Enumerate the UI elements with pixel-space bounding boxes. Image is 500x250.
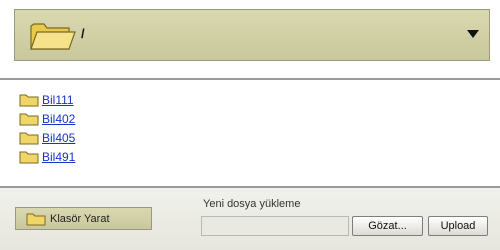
action-panel: Klasör Yarat Yeni dosya yükleme Gözat...… [0, 188, 500, 250]
folder-icon [19, 113, 39, 125]
folder-list: Bil111 Bil402 Bil405 Bil491 [19, 90, 75, 166]
folder-link[interactable]: Bil402 [42, 112, 75, 126]
list-item: Bil491 [19, 147, 75, 166]
current-path: / [81, 26, 85, 41]
folder-link[interactable]: Bil405 [42, 131, 75, 145]
path-panel: / [0, 0, 500, 80]
list-item: Bil402 [19, 109, 75, 128]
folder-icon [19, 151, 39, 163]
upload-button[interactable]: Upload [428, 216, 488, 236]
folder-icon [19, 132, 39, 144]
create-folder-button[interactable]: Klasör Yarat [15, 207, 152, 230]
dropdown-arrow-icon[interactable] [467, 30, 479, 38]
folder-open-icon [30, 23, 76, 50]
list-item: Bil405 [19, 128, 75, 147]
folder-icon [26, 213, 46, 225]
upload-section-label: Yeni dosya yükleme [203, 198, 301, 210]
browse-button[interactable]: Gözat... [352, 216, 423, 236]
top-divider [0, 78, 500, 80]
path-selector[interactable]: / [14, 9, 490, 61]
folder-link[interactable]: Bil111 [42, 93, 74, 107]
file-path-input[interactable] [201, 216, 349, 236]
list-item: Bil111 [19, 90, 75, 109]
folder-link[interactable]: Bil491 [42, 150, 75, 164]
folder-icon [19, 94, 39, 106]
create-folder-label: Klasör Yarat [50, 212, 110, 225]
